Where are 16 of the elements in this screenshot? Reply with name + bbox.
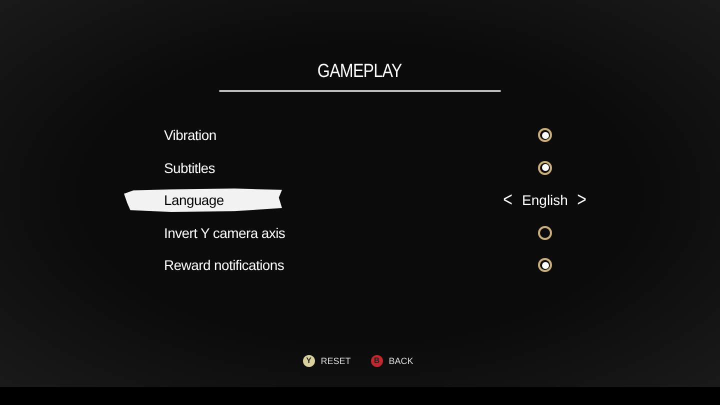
- menu-title: GAMEPLAY: [318, 60, 402, 84]
- setting-label[interactable]: Vibration: [124, 122, 282, 148]
- next-arrow[interactable]: >: [577, 189, 586, 212]
- setting-label[interactable]: Reward notifications: [124, 252, 282, 278]
- setting-label[interactable]: Subtitles: [124, 154, 282, 181]
- previous-arrow[interactable]: <: [504, 189, 513, 212]
- controller-button-icon: B: [370, 355, 383, 367]
- radio-button[interactable]: [538, 226, 552, 240]
- setting-label[interactable]: Language: [124, 187, 282, 214]
- radio-button[interactable]: [538, 258, 552, 272]
- hint-label[interactable]: RESET: [320, 356, 351, 366]
- radio-button[interactable]: [538, 128, 552, 142]
- hint-label[interactable]: BACK: [388, 356, 414, 366]
- selector-value: English: [522, 192, 568, 208]
- controller-button-icon: Y: [302, 355, 315, 367]
- radio-button[interactable]: [538, 160, 552, 175]
